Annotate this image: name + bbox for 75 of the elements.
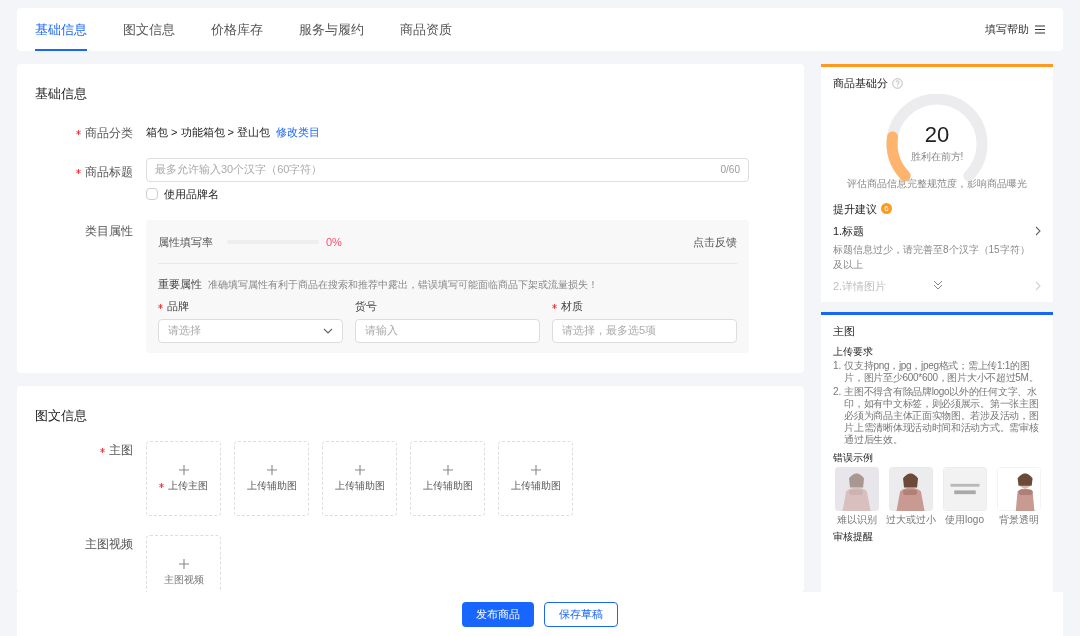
checkbox-label: 使用品牌名: [164, 186, 219, 202]
plus-icon: [266, 464, 277, 475]
score-value: 20: [924, 123, 950, 146]
section-title: 基础信息: [35, 85, 88, 103]
requirement-text: 主图不得含有除品牌logo以外的任何文字、水印，如有中文标签，则必须展示。第一张主图必须为商品主体正面实物图。若涉及活动，图片上需清晰体现活动时间和活动方式。需审核通过后生效。: [844, 386, 1040, 446]
suggestion-title: 1.标题: [833, 224, 865, 239]
placeholder: 请选择，最多选5项: [562, 323, 658, 339]
requirements-title: 上传要求: [833, 346, 874, 358]
plus-icon: [178, 464, 189, 475]
fill-rate-label: 属性填写率: [158, 235, 213, 250]
fill-rate-value: 0%: [326, 235, 342, 250]
upload-label: 上传辅助图: [334, 478, 385, 493]
panel-title: 主图: [833, 325, 856, 338]
suggestion-item[interactable]: 1.标题 标题信息过少，请完善至8个汉字（15字符）及以上: [833, 223, 1041, 272]
help-button[interactable]: 填写帮助: [985, 8, 1045, 51]
feedback-link[interactable]: 点击反馈: [693, 234, 737, 251]
suggestion-text: 标题信息过少，请完善至8个汉字（15字符）及以上: [833, 242, 1031, 272]
save-draft-button[interactable]: 保存草稿: [544, 601, 618, 627]
suggestions-title: 提升建议: [833, 201, 877, 217]
examples-title: 错误示例: [833, 452, 874, 464]
requirement-text: 仅支持png，jpg，jpeg格式；需上传1:1的图片，图片至少600*600，图片大小不超过5M。: [844, 360, 1040, 384]
plus-icon: [530, 464, 541, 475]
upload-slot[interactable]: 上传辅助图: [322, 441, 397, 516]
plus-icon: [442, 464, 453, 475]
upload-label: 主图视频: [163, 572, 204, 587]
tab[interactable]: 图文信息: [123, 8, 175, 51]
chevron-right-icon: [1035, 280, 1041, 291]
important-attributes-note: 准确填写属性有利于商品在搜索和推荐中露出，错误填写可能面临商品下架或流量损失！: [208, 277, 598, 292]
publish-button[interactable]: 发布商品: [462, 601, 534, 627]
tab[interactable]: 商品资质: [400, 8, 452, 51]
count-badge: 6: [881, 203, 892, 215]
field-label: 主图视频: [85, 536, 133, 553]
placeholder: 请选择: [168, 323, 202, 339]
field-label: 商品分类: [85, 124, 133, 142]
field-label: 类目属性: [85, 223, 133, 240]
example-caption: 过大或过小: [885, 514, 936, 526]
chevron-right-icon: [1035, 226, 1041, 237]
upload-label: 上传辅助图: [510, 478, 561, 493]
upload-label: 上传辅助图: [246, 478, 297, 493]
upload-label: 上传辅助图: [422, 478, 473, 493]
chevron-down-icon: [323, 327, 333, 334]
upload-slot[interactable]: 上传辅助图: [498, 441, 573, 516]
upload-label: 上传主图: [168, 478, 208, 493]
plus-icon: [178, 558, 189, 569]
title-input-text[interactable]: 最多允许输入30个汉字（60字符）: [155, 161, 721, 178]
placeholder: 请输入: [365, 323, 399, 339]
tab[interactable]: 价格库存: [211, 8, 263, 51]
change-category-link[interactable]: 修改类目: [276, 124, 321, 141]
example-caption: 背景透明: [998, 514, 1039, 526]
attribute-label: 材质: [561, 299, 583, 314]
category-path: 箱包 > 功能箱包 > 登山包: [146, 125, 271, 141]
tab[interactable]: 基础信息: [35, 8, 87, 51]
upload-slot[interactable]: 上传辅助图: [234, 441, 309, 516]
upload-slot[interactable]: 上传主图: [146, 441, 221, 516]
review-title: 审核提醒: [833, 531, 874, 543]
upload-slot[interactable]: 上传辅助图: [410, 441, 485, 516]
checkbox[interactable]: [146, 187, 158, 200]
important-attributes-title: 重要属性: [158, 276, 202, 292]
tab[interactable]: 服务与履约: [299, 8, 364, 51]
example-caption: 难以识别: [836, 514, 877, 526]
section-title: 图文信息: [35, 406, 88, 425]
list-number: 1.: [833, 360, 842, 373]
char-counter: 0/60: [720, 163, 740, 177]
help-icon: [892, 77, 903, 89]
attribute-label: 货号: [355, 299, 377, 314]
menu-icon: [1035, 25, 1045, 34]
panel-title: 商品基础分: [833, 76, 888, 91]
score-motto: 胜利在前方!: [910, 149, 964, 164]
example-caption: 使用logo: [945, 514, 984, 526]
plus-icon: [354, 464, 365, 475]
list-number: 2.: [833, 386, 842, 399]
field-label: 商品标题: [85, 163, 133, 181]
field-label: 主图: [109, 442, 133, 459]
expand-icon: [933, 280, 943, 290]
attribute-label: 品牌: [167, 299, 189, 314]
